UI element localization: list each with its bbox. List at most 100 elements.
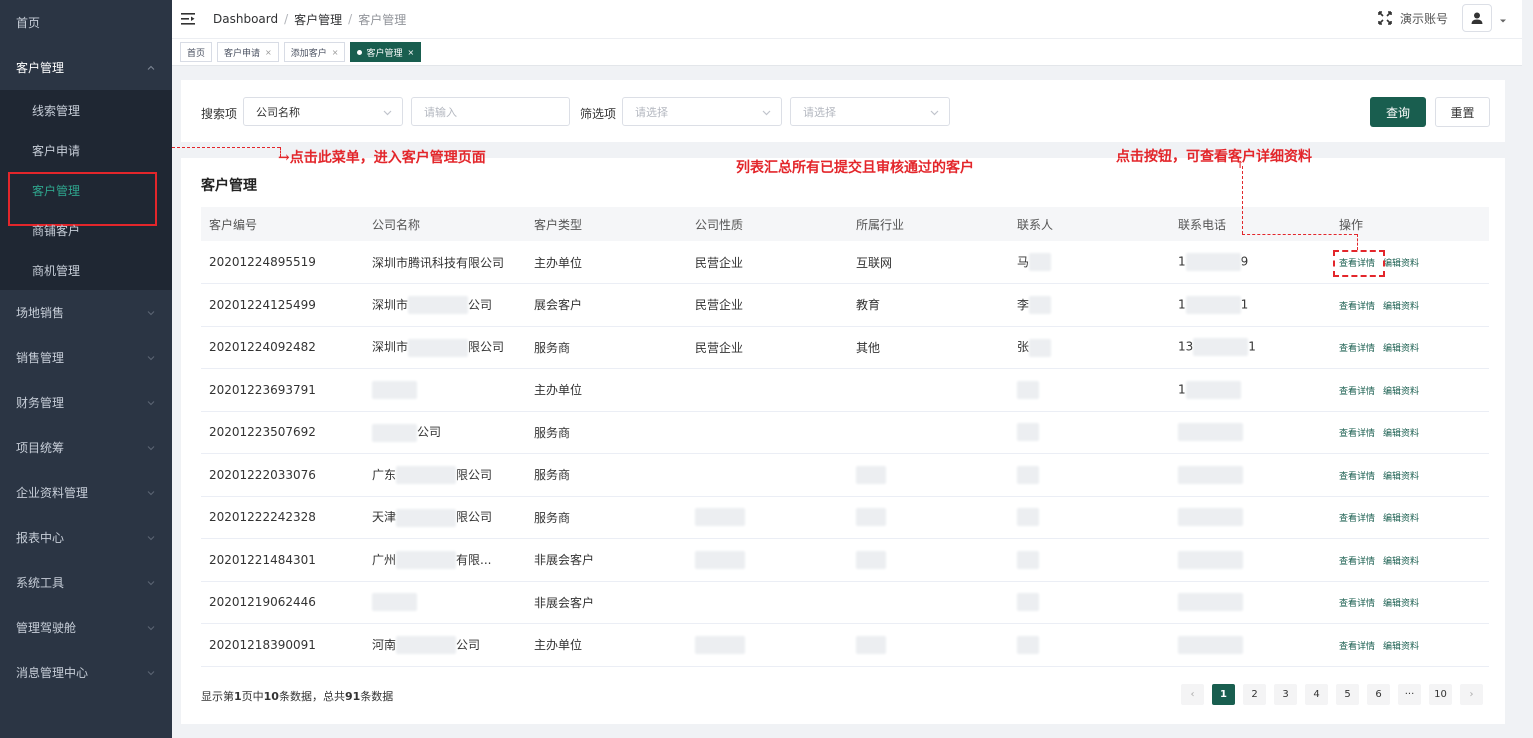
tab-tag[interactable]: 客户申请 × bbox=[217, 42, 279, 62]
pagination-total: 91 bbox=[344, 690, 361, 703]
close-icon[interactable]: × bbox=[265, 48, 272, 57]
cell-industry bbox=[848, 411, 1009, 454]
redacted-value bbox=[408, 338, 469, 357]
sidebar-item[interactable]: 客户管理 bbox=[0, 45, 172, 90]
sidebar-item[interactable]: 项目统筹 bbox=[0, 425, 172, 470]
edit-info-link[interactable]: 编辑资料 bbox=[1383, 642, 1419, 652]
tab-tag[interactable]: 首页 bbox=[180, 42, 213, 62]
sidebar-item[interactable]: 财务管理 bbox=[0, 380, 172, 425]
page-number-button[interactable]: 6 bbox=[1367, 684, 1390, 705]
view-detail-link[interactable]: 查看详情 bbox=[1339, 429, 1375, 439]
button-hint-annotation: 点击按钮，可查看客户详细资料 bbox=[1116, 149, 1312, 165]
view-detail-link[interactable]: 查看详情 bbox=[1339, 599, 1375, 609]
cell-contact bbox=[1009, 368, 1170, 412]
cell-industry: 其他 bbox=[848, 326, 1009, 369]
cell-actions: 查看详情 编辑资料 bbox=[1331, 283, 1489, 327]
sidebar-item[interactable]: 管理驾驶舱 bbox=[0, 605, 172, 650]
table-row: 20201223507692 公司 服务商 查看详情 编辑资料 bbox=[201, 411, 1489, 454]
sidebar-subitem[interactable]: 客户申请 bbox=[0, 130, 172, 170]
redacted-value bbox=[1178, 635, 1243, 654]
next-page-button[interactable]: › bbox=[1460, 684, 1483, 705]
cell-customer-id: 20201223693791 bbox=[201, 368, 364, 412]
view-detail-link[interactable]: 查看详情 bbox=[1339, 557, 1375, 567]
tab-tag[interactable]: 添加客户 × bbox=[283, 42, 346, 62]
page-scrollbar[interactable] bbox=[1522, 0, 1533, 738]
column-header: 公司名称 bbox=[364, 207, 526, 241]
menu-hint-text: 点击此菜单，进入客户管理页面 bbox=[289, 150, 486, 166]
filter-2-placeholder: 请选择 bbox=[803, 105, 836, 119]
view-detail-link[interactable]: 查看详情 bbox=[1339, 472, 1375, 482]
sidebar-item[interactable]: 企业资料管理 bbox=[0, 470, 172, 515]
edit-info-link[interactable]: 编辑资料 bbox=[1383, 387, 1419, 397]
view-detail-link[interactable]: 查看详情 bbox=[1339, 344, 1375, 354]
close-icon[interactable]: × bbox=[332, 48, 339, 57]
cell-phone bbox=[1170, 538, 1331, 582]
page-number-button[interactable]: 1 bbox=[1212, 684, 1235, 705]
sidebar-item[interactable]: 报表中心 bbox=[0, 515, 172, 560]
close-icon[interactable]: × bbox=[407, 48, 414, 57]
redacted-value bbox=[396, 551, 457, 569]
breadcrumb-dashboard[interactable]: Dashboard bbox=[213, 12, 278, 26]
top-right-tools: 演示账号 bbox=[1378, 4, 1507, 32]
cell-industry: 互联网 bbox=[848, 241, 1009, 284]
view-detail-link[interactable]: 查看详情 bbox=[1339, 514, 1375, 524]
hamburger-icon[interactable] bbox=[181, 12, 195, 26]
page-number-button[interactable]: 5 bbox=[1336, 684, 1359, 705]
edit-info-link[interactable]: 编辑资料 bbox=[1383, 599, 1419, 609]
sidebar-subitem[interactable]: 商铺客户 bbox=[0, 210, 172, 250]
tab-tag[interactable]: 客户管理 × bbox=[350, 42, 422, 62]
account-name[interactable]: 演示账号 bbox=[1400, 10, 1448, 27]
company-prefix: 天津 bbox=[372, 510, 397, 524]
filter-1-placeholder: 请选择 bbox=[635, 105, 668, 119]
view-detail-link[interactable]: 查看详情 bbox=[1339, 642, 1375, 652]
pagination-info: 显示第1页中10条数据，总共91条数据 bbox=[201, 688, 393, 704]
column-header: 客户编号 bbox=[201, 207, 364, 241]
sidebar-item[interactable]: 系统工具 bbox=[0, 560, 172, 605]
sidebar-subitem[interactable]: 客户管理 bbox=[0, 170, 172, 226]
filter-select-1[interactable]: 请选择 bbox=[622, 97, 782, 126]
view-detail-link[interactable]: 查看详情 bbox=[1339, 302, 1375, 312]
chevron-down-icon bbox=[930, 108, 939, 117]
chevron-up-icon bbox=[146, 63, 156, 73]
filter-select-2[interactable]: 请选择 bbox=[790, 97, 950, 126]
breadcrumb-separator: / bbox=[348, 12, 353, 26]
avatar[interactable] bbox=[1462, 4, 1492, 32]
reset-button[interactable]: 重置 bbox=[1435, 97, 1490, 127]
caret-down-icon[interactable] bbox=[1499, 14, 1507, 23]
page-number-button[interactable]: 3 bbox=[1274, 684, 1297, 705]
cell-company-nature: 民营企业 bbox=[687, 283, 848, 327]
breadcrumb-customer[interactable]: 客户管理 bbox=[294, 11, 342, 28]
tab-tag-label: 首页 bbox=[187, 48, 206, 59]
sidebar-subitem[interactable]: 商机管理 bbox=[0, 250, 172, 290]
edit-info-link[interactable]: 编辑资料 bbox=[1383, 514, 1419, 524]
sidebar-item[interactable]: 销售管理 bbox=[0, 335, 172, 380]
sidebar-item[interactable]: 场地销售 bbox=[0, 290, 172, 335]
redacted-value bbox=[1017, 465, 1039, 484]
edit-info-link[interactable]: 编辑资料 bbox=[1383, 429, 1419, 439]
sidebar-item[interactable]: 消息管理中心 bbox=[0, 650, 172, 695]
active-dot-icon bbox=[357, 49, 363, 55]
edit-info-link[interactable]: 编辑资料 bbox=[1383, 472, 1419, 482]
view-detail-link[interactable]: 查看详情 bbox=[1339, 387, 1375, 397]
edit-info-link[interactable]: 编辑资料 bbox=[1383, 557, 1419, 567]
edit-info-link[interactable]: 编辑资料 bbox=[1383, 344, 1419, 354]
page-number-button[interactable]: ··· bbox=[1398, 684, 1421, 705]
view-detail-link[interactable]: 查看详情 bbox=[1339, 259, 1375, 269]
sidebar-subitem[interactable]: 线索管理 bbox=[0, 90, 172, 130]
prev-page-button[interactable]: ‹ bbox=[1181, 684, 1204, 705]
button-hint-connector-down bbox=[1357, 234, 1358, 250]
keyword-input[interactable]: 请输入 bbox=[411, 97, 570, 126]
query-button[interactable]: 查询 bbox=[1370, 97, 1426, 127]
search-field-select[interactable]: 公司名称 bbox=[243, 97, 403, 126]
page-number-button[interactable]: 10 bbox=[1429, 684, 1452, 705]
cell-customer-type: 服务商 bbox=[526, 411, 687, 454]
redacted-value bbox=[1029, 296, 1052, 314]
sidebar-item[interactable]: 首页 bbox=[0, 0, 172, 45]
edit-info-link[interactable]: 编辑资料 bbox=[1383, 259, 1419, 269]
redacted-value bbox=[396, 636, 457, 654]
fullscreen-icon[interactable] bbox=[1378, 11, 1392, 25]
page-number-button[interactable]: 2 bbox=[1243, 684, 1266, 705]
edit-info-link[interactable]: 编辑资料 bbox=[1383, 302, 1419, 312]
page-number-button[interactable]: 4 bbox=[1305, 684, 1328, 705]
sidebar-item-label: 场地销售 bbox=[16, 306, 65, 320]
